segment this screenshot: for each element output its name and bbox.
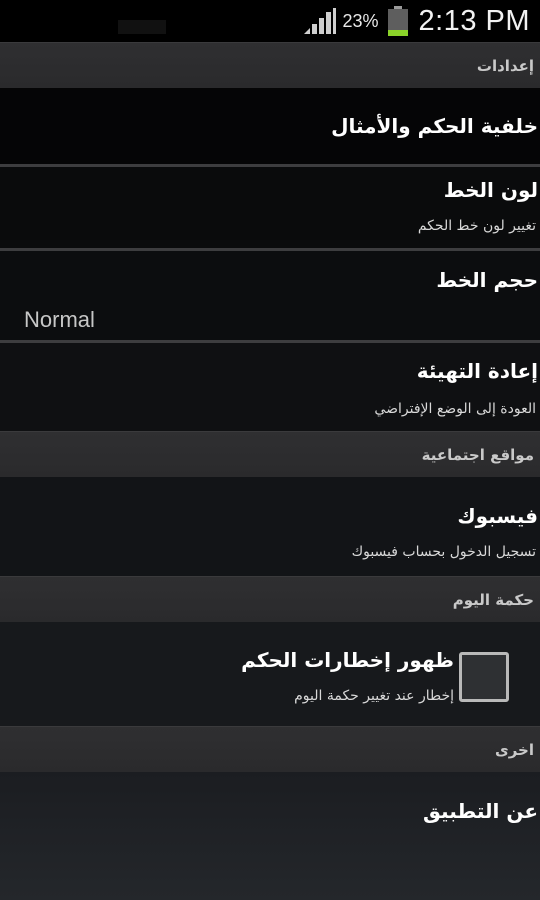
pref-summary: تغيير لون خط الحكم	[417, 218, 536, 234]
section-header-other: اخرى	[0, 726, 540, 773]
pref-title: خلفية الحكم والأمثال	[331, 114, 538, 138]
section-header-daily-wisdom: حكمة اليوم	[0, 576, 540, 623]
pref-about[interactable]: عن التطبيق	[0, 772, 540, 900]
status-bar: 23% 2:13 PM	[0, 0, 540, 42]
pref-reset[interactable]: إعادة التهيئة العودة إلى الوضع الإفتراضي	[0, 343, 540, 431]
battery-percent: 23%	[342, 10, 379, 31]
font-size-value: Normal	[24, 307, 95, 332]
pref-summary: إخطار عند تغيير حكمة اليوم	[294, 688, 454, 704]
notifications-checkbox[interactable]	[459, 652, 509, 702]
pref-title: إعادة التهيئة	[416, 359, 538, 383]
pref-summary: تسجيل الدخول بحساب فيسبوك	[351, 544, 536, 560]
section-header-settings: إعدادات	[0, 42, 540, 89]
section-header-social: مواقع اجتماعية	[0, 431, 540, 478]
section-title: مواقع اجتماعية	[421, 446, 534, 464]
section-title: حكمة اليوم	[452, 591, 534, 609]
pref-facebook[interactable]: فيسبوك تسجيل الدخول بحساب فيسبوك	[0, 477, 540, 576]
battery-icon	[387, 6, 408, 36]
signal-strength-icon	[304, 8, 337, 34]
pref-title: حجم الخط	[436, 268, 538, 292]
pref-background[interactable]: خلفية الحكم والأمثال	[0, 88, 540, 164]
status-indicators: 23% 2:13 PM	[302, 0, 530, 42]
pref-font-color[interactable]: لون الخط تغيير لون خط الحكم	[0, 167, 540, 248]
pref-notifications[interactable]: ظهور إخطارات الحكم إخطار عند تغيير حكمة …	[0, 622, 540, 726]
pref-title: فيسبوك	[457, 504, 538, 528]
section-title: اخرى	[494, 741, 534, 759]
pref-font-size[interactable]: حجم الخط Normal	[0, 251, 540, 340]
pref-title: لون الخط	[443, 178, 538, 202]
pref-title: عن التطبيق	[423, 799, 538, 823]
pref-title: ظهور إخطارات الحكم	[241, 648, 454, 672]
clock: 2:13 PM	[418, 4, 530, 37]
section-title: إعدادات	[476, 57, 534, 75]
notification-icon	[118, 20, 166, 34]
pref-summary: العودة إلى الوضع الإفتراضي	[374, 401, 536, 417]
